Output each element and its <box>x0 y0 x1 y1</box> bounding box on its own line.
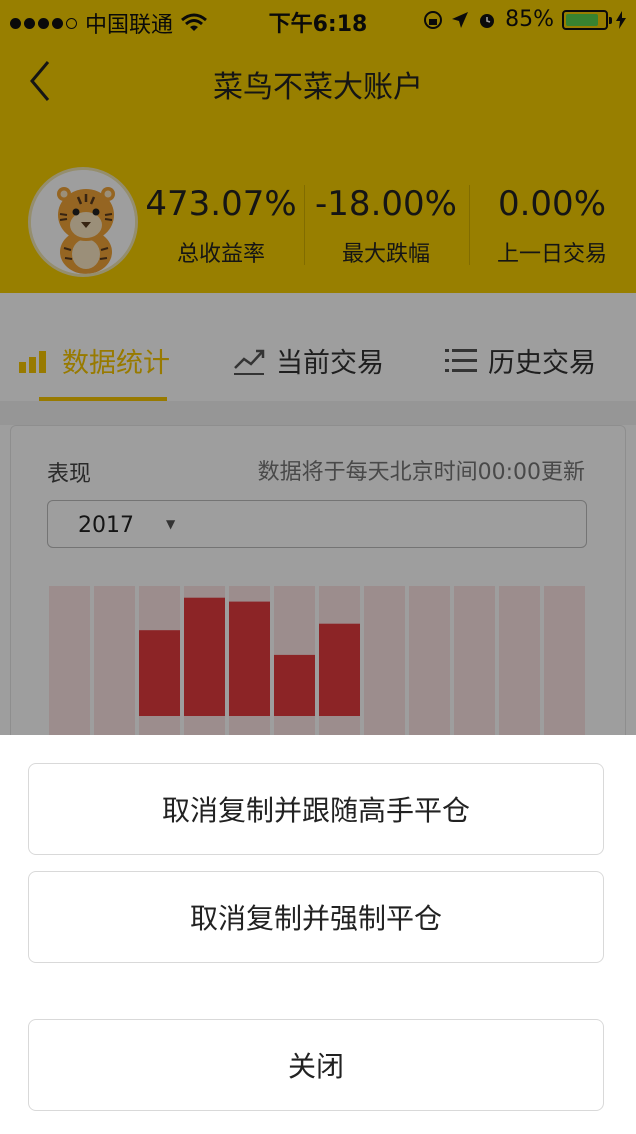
close-button[interactable]: 关闭 <box>28 1019 604 1111</box>
action-sheet: 取消复制并跟随高手平仓 取消复制并强制平仓 关闭 <box>0 735 636 1134</box>
cancel-copy-force-close-button[interactable]: 取消复制并强制平仓 <box>28 871 604 963</box>
dim-overlay[interactable] <box>0 0 636 735</box>
cancel-copy-follow-close-button[interactable]: 取消复制并跟随高手平仓 <box>28 763 604 855</box>
account-page: 中国联通 下午6:18 85% 菜鸟不菜大账户 473.07% 总收益率 -18… <box>0 0 636 1134</box>
